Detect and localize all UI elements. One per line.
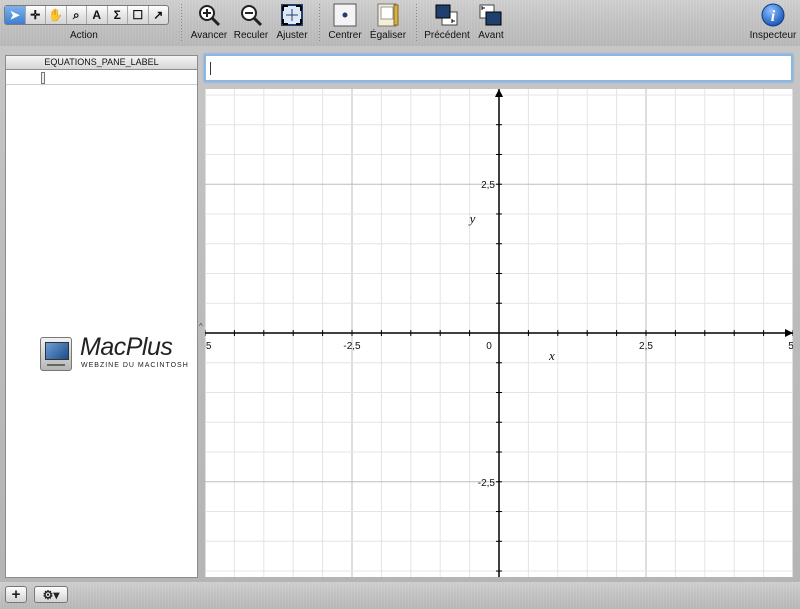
equations-pane: EQUATIONS_PANE_LABEL xyxy=(5,55,198,578)
fit-frame-icon xyxy=(280,3,304,27)
previous-label: Précédent xyxy=(424,30,470,41)
zoom-in-button[interactable]: Avancer xyxy=(190,3,228,41)
zoom-out-label: Reculer xyxy=(233,30,269,41)
center-button[interactable]: Centrer xyxy=(327,3,363,41)
toolbar-separator xyxy=(181,4,182,42)
graph-plot: -5 -2,5 0 2,5 5 2,5 -2,5 x y xyxy=(205,89,793,577)
inspector-button[interactable]: i Inspecteur xyxy=(748,3,798,41)
next-button[interactable]: Avant xyxy=(474,3,508,41)
plus-icon: + xyxy=(11,586,21,603)
rectangle-icon[interactable]: ☐ xyxy=(128,6,149,24)
y-axis-arrow xyxy=(495,89,503,97)
next-view-icon xyxy=(479,3,503,27)
fit-label: Ajuster xyxy=(276,30,308,41)
logo-brand: MacPlus xyxy=(80,333,173,361)
splitter-handle[interactable]: ^ xyxy=(199,323,204,331)
toolbar-separator xyxy=(319,4,320,42)
pointer-arrow-icon[interactable]: ➤ xyxy=(5,6,26,24)
x-tick-label: -2,5 xyxy=(343,341,361,352)
x-axis-arrow xyxy=(785,329,793,337)
equation-input[interactable] xyxy=(204,54,793,82)
mac-computer-icon xyxy=(40,337,72,371)
action-menu-button[interactable]: ⚙▾ xyxy=(34,586,68,603)
center-icon xyxy=(333,3,357,27)
hand-icon[interactable]: ✋ xyxy=(46,6,67,24)
y-tick-label: 2,5 xyxy=(481,180,495,191)
zoom-in-label: Avancer xyxy=(190,30,228,41)
text-tool-icon[interactable]: A xyxy=(87,6,108,24)
svg-text:i: i xyxy=(771,8,776,25)
fit-button[interactable]: Ajuster xyxy=(274,3,310,41)
next-label: Avant xyxy=(478,30,504,41)
bottom-bar: + ⚙▾ xyxy=(0,582,800,609)
equation-row[interactable] xyxy=(6,70,197,85)
info-icon: i xyxy=(761,3,785,27)
zoom-out-icon xyxy=(239,3,263,27)
center-label: Centrer xyxy=(328,30,362,41)
arrow-tool-icon[interactable]: ↗ xyxy=(149,6,169,24)
graph-canvas[interactable]: -5 -2,5 0 2,5 5 2,5 -2,5 x y xyxy=(205,89,793,577)
zoom-magnifier-icon[interactable]: ⌕ xyxy=(67,6,87,24)
inspector-label: Inspecteur xyxy=(749,30,797,41)
tool-selector: ➤ ✛ ✋ ⌕ A Σ ☐ ↗ xyxy=(4,5,169,25)
previous-button[interactable]: Précédent xyxy=(424,3,470,41)
equations-pane-header: EQUATIONS_PANE_LABEL xyxy=(6,56,197,70)
gear-icon: ⚙▾ xyxy=(42,587,60,602)
text-cursor xyxy=(210,62,211,75)
equalize-icon xyxy=(376,3,400,27)
equalize-button[interactable]: Égaliser xyxy=(368,3,408,41)
toolbar-separator xyxy=(416,4,417,42)
add-equation-button[interactable]: + xyxy=(5,586,27,603)
zoom-out-button[interactable]: Reculer xyxy=(233,3,269,41)
equalize-label: Égaliser xyxy=(369,30,407,41)
sigma-icon[interactable]: Σ xyxy=(108,6,128,24)
x-tick-label: 2,5 xyxy=(639,341,653,352)
y-axis-label: y xyxy=(468,211,476,226)
row-resize-handle[interactable] xyxy=(41,72,45,84)
y-tick-label: -2,5 xyxy=(478,478,496,489)
x-axis-label: x xyxy=(548,348,555,363)
previous-view-icon xyxy=(435,3,459,27)
macplus-logo: MacPlus WEBZINE DU MACINTOSH xyxy=(40,333,190,375)
action-label: Action xyxy=(70,30,98,41)
toolbar: ➤ ✛ ✋ ⌕ A Σ ☐ ↗ Action Avancer Reculer A… xyxy=(0,0,800,46)
zoom-in-icon xyxy=(197,3,221,27)
logo-tagline: WEBZINE DU MACINTOSH xyxy=(81,362,189,369)
x-tick-label: -5 xyxy=(205,341,212,352)
x-tick-label: 0 xyxy=(486,341,492,352)
x-tick-label: 5 xyxy=(788,341,793,352)
move-cross-icon[interactable]: ✛ xyxy=(26,6,46,24)
